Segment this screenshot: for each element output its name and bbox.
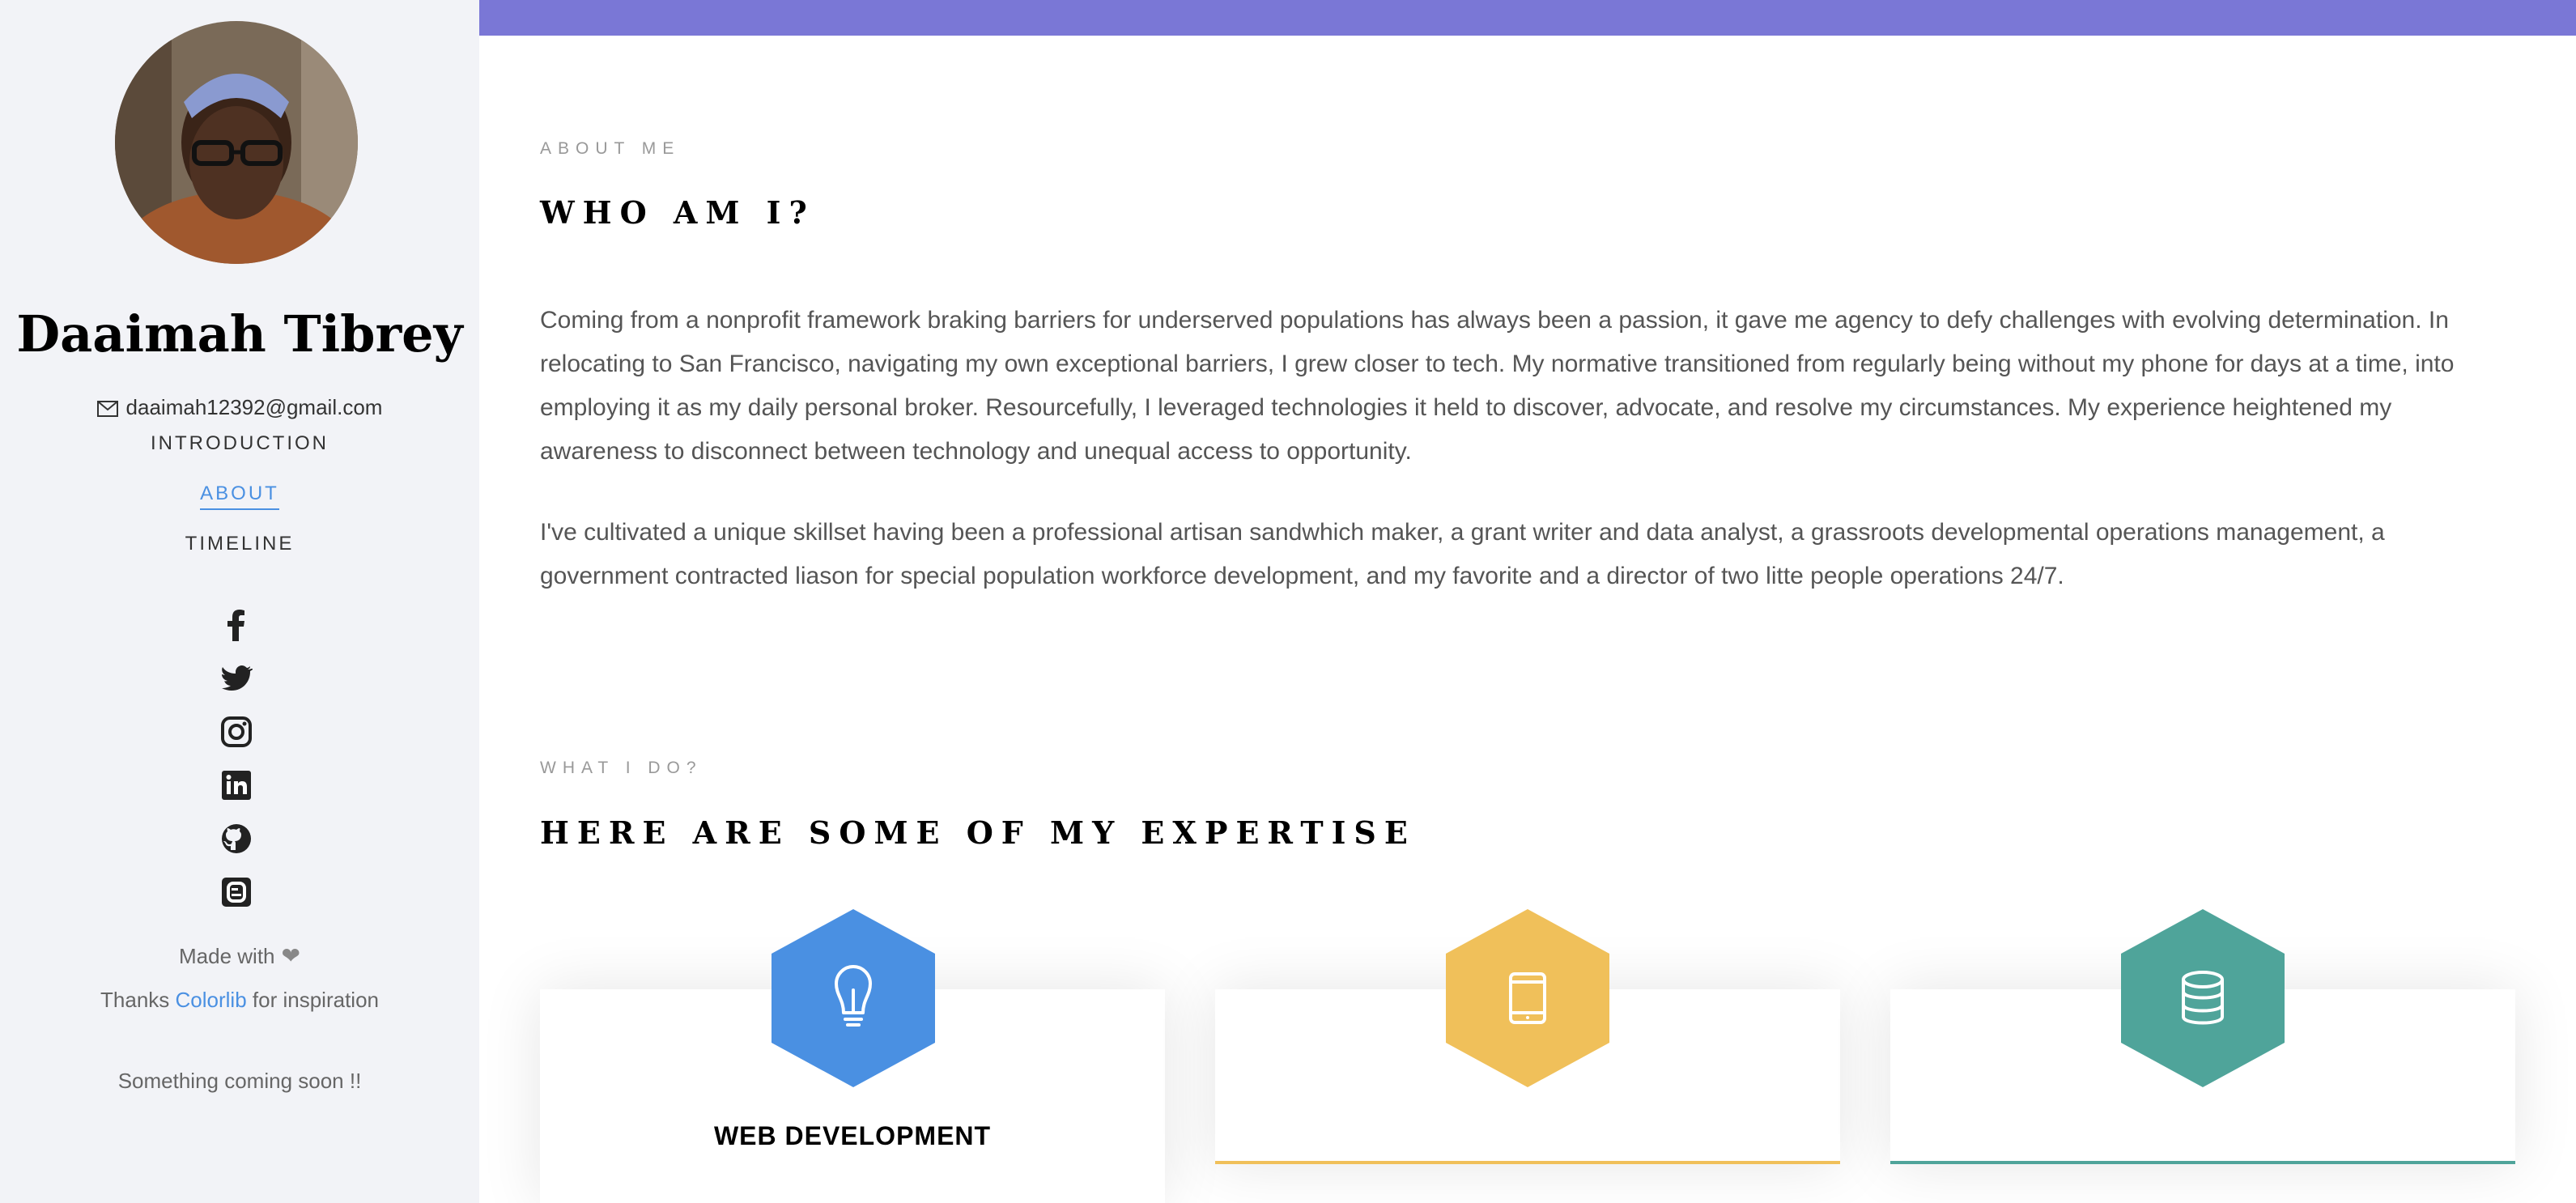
- mobile-icon: [1446, 909, 1609, 1087]
- instagram-icon[interactable]: [220, 716, 253, 748]
- lightbulb-icon: [772, 909, 935, 1087]
- database-icon: [2121, 909, 2285, 1087]
- avatar: [115, 21, 358, 264]
- sidebar: Daaimah Tibrey daaimah12392@gmail.com IN…: [0, 0, 479, 1203]
- colorlib-link[interactable]: Colorlib: [176, 988, 247, 1012]
- email-row: daaimah12392@gmail.com: [0, 395, 479, 423]
- email-link[interactable]: daaimah12392@gmail.com: [126, 395, 383, 419]
- thanks-suffix: for inspiration: [252, 988, 379, 1012]
- facebook-icon[interactable]: [220, 609, 253, 641]
- thanks-prefix: Thanks: [100, 988, 170, 1012]
- about-paragraph-2: I've cultivated a unique skillset having…: [540, 519, 2385, 589]
- linkedin-icon[interactable]: [220, 769, 253, 801]
- nav-item-introduction[interactable]: INTRODUCTION: [151, 432, 329, 458]
- about-paragraph-1: Coming from a nonprofit framework brakin…: [540, 307, 2455, 465]
- sidebar-nav: INTRODUCTION ABOUT TIMELINE: [0, 432, 479, 583]
- nav-item-timeline[interactable]: TIMELINE: [185, 533, 295, 559]
- profile-name: Daaimah Tibrey: [16, 304, 463, 363]
- heart-icon: ❤: [281, 943, 300, 968]
- expertise-heading: HERE ARE SOME OF MY EXPERTISE: [540, 814, 1416, 851]
- mail-icon: [96, 397, 118, 423]
- twitter-icon[interactable]: [220, 662, 253, 695]
- top-color-bar: [479, 0, 2576, 36]
- nav-item-about[interactable]: ABOUT: [200, 482, 279, 510]
- blogger-icon[interactable]: [220, 876, 253, 908]
- thanks-line: Thanks Colorlib for inspiration: [0, 988, 479, 1013]
- about-heading: WHO AM I?: [540, 194, 815, 231]
- card-title: WEB DEVELOPMENT: [713, 1121, 992, 1150]
- made-with: Made with ❤: [0, 942, 479, 969]
- made-with-text: Made with: [179, 944, 275, 968]
- about-eyebrow: ABOUT ME: [540, 139, 681, 158]
- coming-soon-text: Something coming soon !!: [117, 1069, 362, 1093]
- github-icon[interactable]: [220, 823, 253, 855]
- expertise-eyebrow: WHAT I DO?: [540, 759, 703, 777]
